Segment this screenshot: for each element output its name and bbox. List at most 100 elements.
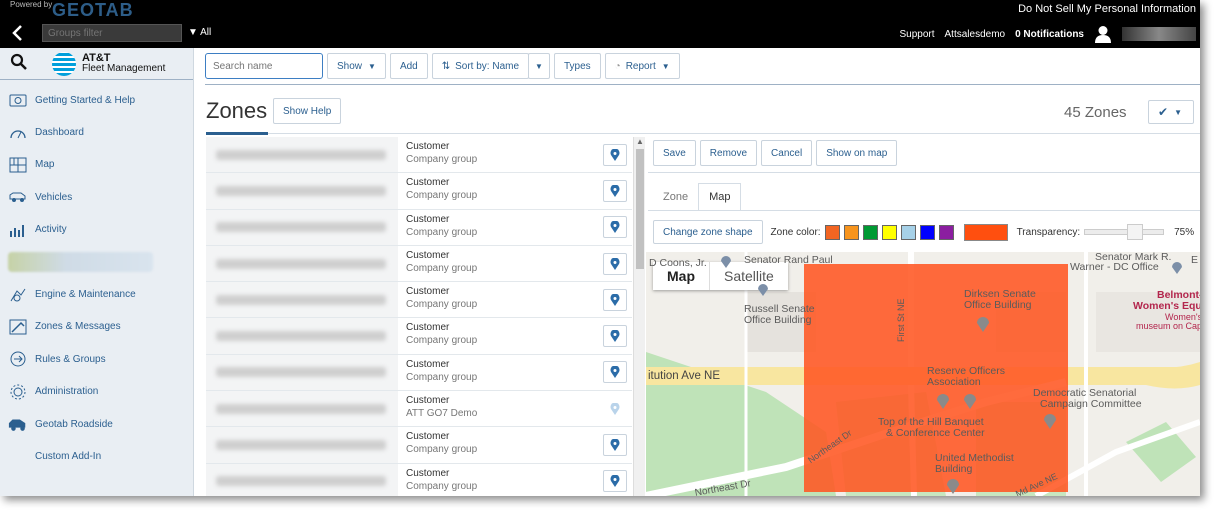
map-label: Building (935, 463, 973, 475)
zone-group: Company group (406, 154, 478, 165)
table-row[interactable]: Customer Company group (206, 463, 632, 496)
map-label: D Coons, Jr. (649, 257, 707, 269)
scrollbar-thumb[interactable] (636, 149, 644, 269)
save-button[interactable]: Save (653, 140, 696, 166)
sidebar-item-blurred[interactable] (0, 246, 193, 278)
cancel-button[interactable]: Cancel (761, 140, 813, 166)
list-scrollbar[interactable]: ▲ (633, 137, 645, 496)
show-help-button[interactable]: Show Help (273, 98, 342, 124)
tab-zone[interactable]: Zone (653, 183, 698, 211)
color-swatch-orange[interactable] (843, 224, 859, 240)
sidebar-item-administration[interactable]: Administration (0, 376, 193, 408)
table-row[interactable]: Customer Company group (206, 173, 632, 210)
blurred-zone-name (206, 210, 398, 245)
sidebar: AT&T Fleet Management Getting Started & … (0, 48, 194, 496)
blurred-zone-name (206, 173, 398, 208)
selected-color-swatch[interactable] (963, 223, 1008, 241)
transparency-slider[interactable] (1084, 224, 1165, 240)
sidebar-item-label: Vehicles (35, 191, 73, 203)
table-row[interactable]: Customer Company group (206, 245, 632, 283)
sidebar-item-getting-started[interactable]: Getting Started & Help (0, 84, 193, 116)
color-swatch-blue[interactable] (919, 224, 935, 240)
zone-color-label: Zone color: (770, 226, 821, 238)
color-swatch-green[interactable] (862, 224, 878, 240)
rules-icon (8, 351, 28, 367)
add-button[interactable]: Add (389, 53, 428, 79)
table-row[interactable]: Customer Company group (206, 209, 632, 246)
privacy-link[interactable]: Do Not Sell My Personal Information (1018, 3, 1196, 15)
caret-down-icon: ▼ (661, 61, 670, 71)
sidebar-item-rules-groups[interactable]: Rules & Groups (0, 343, 193, 375)
map-pin-icon[interactable] (602, 470, 627, 493)
map-label: museum on Capitol (1136, 321, 1200, 331)
zone-name: Customer (406, 213, 450, 225)
sidebar-item-custom-add-in[interactable]: Custom Add-In (0, 440, 193, 472)
map-pin-icon[interactable] (602, 434, 627, 457)
remove-button[interactable]: Remove (699, 140, 758, 166)
map-pin-icon[interactable] (602, 325, 627, 348)
table-row[interactable]: Customer Company group (206, 427, 632, 464)
map-pin-icon[interactable] (602, 252, 627, 275)
color-swatch-orange-red[interactable] (824, 224, 840, 240)
map-pin-icon[interactable] (602, 397, 627, 420)
sidebar-item-dashboard[interactable]: Dashboard (0, 116, 193, 148)
sidebar-item-map[interactable]: Map (0, 149, 193, 181)
change-zone-shape-button[interactable]: Change zone shape (653, 220, 763, 244)
sidebar-item-activity[interactable]: Activity (0, 214, 193, 246)
zone-style-row: Change zone shape Zone color: Transparen… (653, 220, 1194, 244)
map-label: Office Building (744, 314, 812, 326)
search-icon[interactable] (10, 53, 32, 74)
divider (648, 172, 1200, 173)
color-swatch-yellow[interactable] (881, 224, 897, 240)
top-bar: Powered by GEOTAB Do Not Sell My Persona… (0, 0, 1200, 48)
color-swatch-light-blue[interactable] (900, 224, 916, 240)
sidebar-item-zones-messages[interactable]: Zones & Messages (0, 311, 193, 343)
table-row[interactable]: Customer Company group (206, 282, 632, 319)
notifications-link[interactable]: 0 Notifications (1015, 29, 1084, 40)
sort-button[interactable]: ⇅ Sort by: Name (431, 53, 530, 79)
map-label: Women's Equality (1133, 300, 1200, 312)
sidebar-item-vehicles[interactable]: Vehicles (0, 181, 193, 213)
table-row[interactable]: Customer Company group (206, 318, 632, 355)
zone-name: Customer (406, 249, 450, 261)
sidebar-item-label: Rules & Groups (35, 353, 106, 365)
tab-map[interactable]: Map (698, 183, 742, 211)
show-on-map-button[interactable]: Show on map (816, 140, 898, 166)
back-arrow-icon[interactable] (10, 24, 28, 42)
sidebar-item-geotab-roadside[interactable]: Geotab Roadside (0, 408, 193, 440)
zone-group: Company group (406, 480, 478, 492)
map-pin-icon[interactable] (602, 179, 627, 202)
toolbar: Show ▼ Add ⇅ Sort by: Name ▼ Types ◔ Rep… (205, 53, 680, 79)
map-type-satellite-button[interactable]: Satellite (710, 262, 788, 290)
map-pin-icon[interactable] (602, 361, 627, 384)
scroll-up-icon[interactable]: ▲ (636, 137, 644, 146)
caret-down-icon: ▼ (1174, 107, 1182, 117)
types-button[interactable]: Types (553, 53, 601, 79)
user-icon[interactable] (1094, 25, 1112, 43)
username-label[interactable]: Attsalesdemo (945, 29, 1006, 40)
sidebar-item-engine-maintenance[interactable]: Engine & Maintenance (0, 278, 193, 310)
zone-map[interactable]: Map Satellite D Coons, Jr. Senator Rand … (646, 252, 1200, 496)
report-label: Report (625, 60, 656, 72)
transparency-value: 75% (1174, 226, 1195, 238)
map-pin-icon[interactable] (602, 216, 627, 239)
table-row[interactable]: Customer ATT GO7 Demo (206, 391, 632, 428)
table-row[interactable]: Customer Company group (206, 354, 632, 392)
groups-scope-select[interactable]: ▼ All (188, 27, 211, 38)
color-swatch-purple[interactable] (938, 224, 954, 240)
sort-direction-button[interactable]: ▼ (528, 53, 550, 79)
search-name-input[interactable] (205, 53, 323, 79)
check-icon: ✔ (1158, 105, 1169, 119)
map-pin-icon[interactable] (602, 143, 627, 166)
user-menu[interactable] (1122, 27, 1196, 41)
zone-name: Customer (406, 358, 450, 370)
att-globe-logo (52, 51, 76, 76)
table-row[interactable]: Customer Company group (206, 137, 632, 174)
show-button[interactable]: Show ▼ (327, 53, 386, 79)
slider-handle[interactable] (1127, 224, 1144, 240)
groups-filter-input[interactable] (42, 24, 182, 42)
map-pin-icon[interactable] (602, 288, 627, 311)
select-all-button[interactable]: ✔ ▼ (1148, 100, 1194, 124)
report-button[interactable]: ◔ Report ▼ (604, 53, 680, 79)
support-link[interactable]: Support (899, 29, 934, 40)
